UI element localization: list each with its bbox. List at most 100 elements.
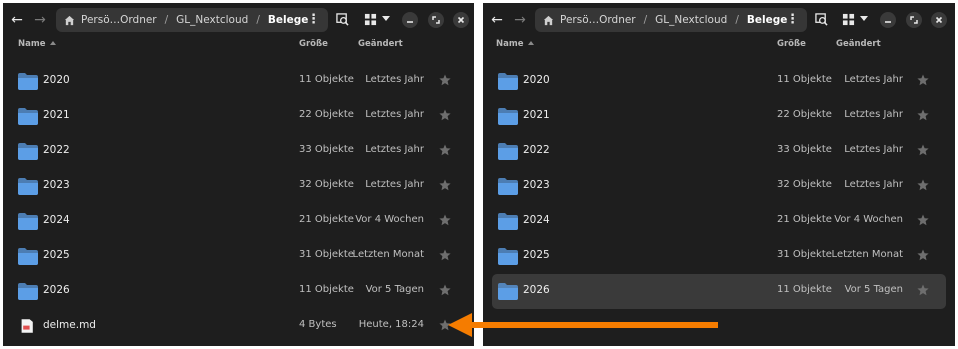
back-arrow-icon[interactable]: ← — [9, 12, 25, 28]
search-folder-icon[interactable] — [336, 13, 349, 26]
list-item[interactable]: 2020 11 Objekte Letztes Jahr — [3, 64, 474, 99]
minimize-icon — [885, 21, 891, 23]
list-item[interactable]: 2021 22 Objekte Letztes Jahr — [483, 99, 955, 134]
item-date: Vor 4 Wochen — [834, 214, 903, 225]
star-icon[interactable] — [439, 284, 451, 296]
star-icon[interactable] — [917, 109, 929, 121]
path-bar[interactable]: Persö…Ordner / GL_Nextcloud / Belege ⋮ — [535, 8, 807, 32]
star-icon[interactable] — [917, 74, 929, 86]
item-date: Letzten Monat — [831, 249, 903, 260]
breadcrumb-nextcloud[interactable]: GL_Nextcloud — [655, 14, 727, 26]
view-options-chevron-down-icon[interactable] — [860, 16, 868, 21]
grid-view-icon[interactable] — [364, 13, 377, 26]
forward-arrow-icon[interactable]: → — [32, 12, 48, 28]
folder-icon — [18, 248, 38, 265]
star-icon[interactable] — [917, 249, 929, 261]
minimize-icon — [407, 21, 413, 23]
star-icon[interactable] — [439, 109, 451, 121]
star-icon[interactable] — [439, 179, 451, 191]
minimize-button[interactable] — [880, 12, 896, 28]
item-date: Letztes Jahr — [365, 144, 424, 155]
item-date: Letzten Monat — [352, 249, 424, 260]
list-item[interactable]: 2024 21 Objekte Vor 4 Wochen — [3, 204, 474, 239]
path-menu-icon[interactable]: ⋮ — [307, 12, 320, 27]
column-name-label: Name — [496, 39, 524, 49]
list-item[interactable]: 2021 22 Objekte Letztes Jahr — [3, 99, 474, 134]
item-date: Vor 5 Tagen — [365, 284, 424, 295]
file-list: 2020 11 Objekte Letztes Jahr 2021 22 Objekt… — [483, 64, 955, 309]
list-item[interactable]: 2023 32 Objekte Letztes Jahr — [483, 169, 955, 204]
breadcrumb-separator: / — [256, 14, 260, 26]
item-name: 2022 — [43, 144, 70, 156]
star-icon[interactable] — [439, 319, 451, 331]
star-icon[interactable] — [917, 179, 929, 191]
item-name: 2021 — [43, 109, 70, 121]
column-header-size[interactable]: Größe — [777, 39, 806, 55]
list-item-selected[interactable]: 2026 11 Objekte Vor 5 Tagen — [492, 274, 946, 309]
star-icon[interactable] — [917, 144, 929, 156]
markdown-file-icon — [21, 319, 33, 333]
forward-arrow-icon[interactable]: → — [512, 12, 528, 28]
list-item[interactable]: 2024 21 Objekte Vor 4 Wochen — [483, 204, 955, 239]
search-folder-icon[interactable] — [815, 13, 828, 26]
file-manager-window-right: ← → Persö…Ordner / GL_Nextcloud / Belege… — [483, 3, 955, 346]
item-date: Letztes Jahr — [844, 74, 903, 85]
star-icon[interactable] — [917, 214, 929, 226]
column-header-name[interactable]: Name — [496, 39, 535, 55]
home-icon[interactable] — [543, 15, 554, 26]
item-name: 2025 — [43, 249, 70, 261]
list-item[interactable]: 2022 33 Objekte Letztes Jahr — [483, 134, 955, 169]
maximize-icon — [432, 16, 440, 24]
home-icon[interactable] — [64, 15, 75, 26]
folder-icon — [498, 73, 518, 90]
item-date: Letztes Jahr — [365, 179, 424, 190]
list-item[interactable]: 2023 32 Objekte Letztes Jahr — [3, 169, 474, 204]
view-options-chevron-down-icon[interactable] — [382, 16, 390, 21]
item-name: 2022 — [523, 144, 550, 156]
maximize-button[interactable] — [906, 12, 922, 28]
item-name: 2021 — [523, 109, 550, 121]
column-header-modified[interactable]: Geändert — [836, 39, 881, 55]
breadcrumb-current[interactable]: Belege — [747, 14, 787, 26]
item-date: Letztes Jahr — [365, 109, 424, 120]
breadcrumb-home-folder[interactable]: Persö…Ordner — [560, 14, 636, 26]
star-icon[interactable] — [917, 284, 929, 296]
list-item[interactable]: delme.md 4 Bytes Heute, 18:24 — [3, 309, 474, 344]
breadcrumb-current[interactable]: Belege — [268, 14, 308, 26]
grid-view-icon[interactable] — [842, 13, 855, 26]
sort-ascending-icon — [50, 41, 57, 45]
item-date: Vor 4 Wochen — [355, 214, 424, 225]
item-date: Letztes Jahr — [844, 179, 903, 190]
item-date: Vor 5 Tagen — [844, 284, 903, 295]
list-item[interactable]: 2026 11 Objekte Vor 5 Tagen — [3, 274, 474, 309]
item-date: Letztes Jahr — [844, 144, 903, 155]
maximize-button[interactable] — [428, 12, 444, 28]
close-button[interactable] — [453, 12, 469, 28]
breadcrumb-home-folder[interactable]: Persö…Ordner — [81, 14, 157, 26]
item-name: 2020 — [43, 74, 70, 86]
item-name: 2025 — [523, 249, 550, 261]
column-header-name[interactable]: Name — [18, 39, 57, 55]
list-item[interactable]: 2025 31 Objekte Letzten Monat — [3, 239, 474, 274]
path-menu-icon[interactable]: ⋮ — [786, 12, 799, 27]
list-item[interactable]: 2020 11 Objekte Letztes Jahr — [483, 64, 955, 99]
column-header-size[interactable]: Größe — [299, 39, 328, 55]
path-bar[interactable]: Persö…Ordner / GL_Nextcloud / Belege ⋮ — [56, 8, 328, 32]
list-item[interactable]: 2022 33 Objekte Letztes Jahr — [3, 134, 474, 169]
back-arrow-icon[interactable]: ← — [489, 12, 505, 28]
star-icon[interactable] — [439, 214, 451, 226]
minimize-button[interactable] — [402, 12, 418, 28]
star-icon[interactable] — [439, 74, 451, 86]
close-button[interactable] — [931, 12, 947, 28]
file-list: 2020 11 Objekte Letztes Jahr 2021 22 Objekt… — [3, 64, 474, 344]
folder-icon — [498, 108, 518, 125]
folder-icon — [18, 108, 38, 125]
breadcrumb-nextcloud[interactable]: GL_Nextcloud — [176, 14, 248, 26]
folder-icon — [18, 178, 38, 195]
star-icon[interactable] — [439, 144, 451, 156]
folder-icon — [498, 178, 518, 195]
star-icon[interactable] — [439, 249, 451, 261]
list-item[interactable]: 2025 31 Objekte Letzten Monat — [483, 239, 955, 274]
column-header-modified[interactable]: Geändert — [358, 39, 403, 55]
header-bar: ← → Persö…Ordner / GL_Nextcloud / Belege… — [483, 3, 955, 36]
